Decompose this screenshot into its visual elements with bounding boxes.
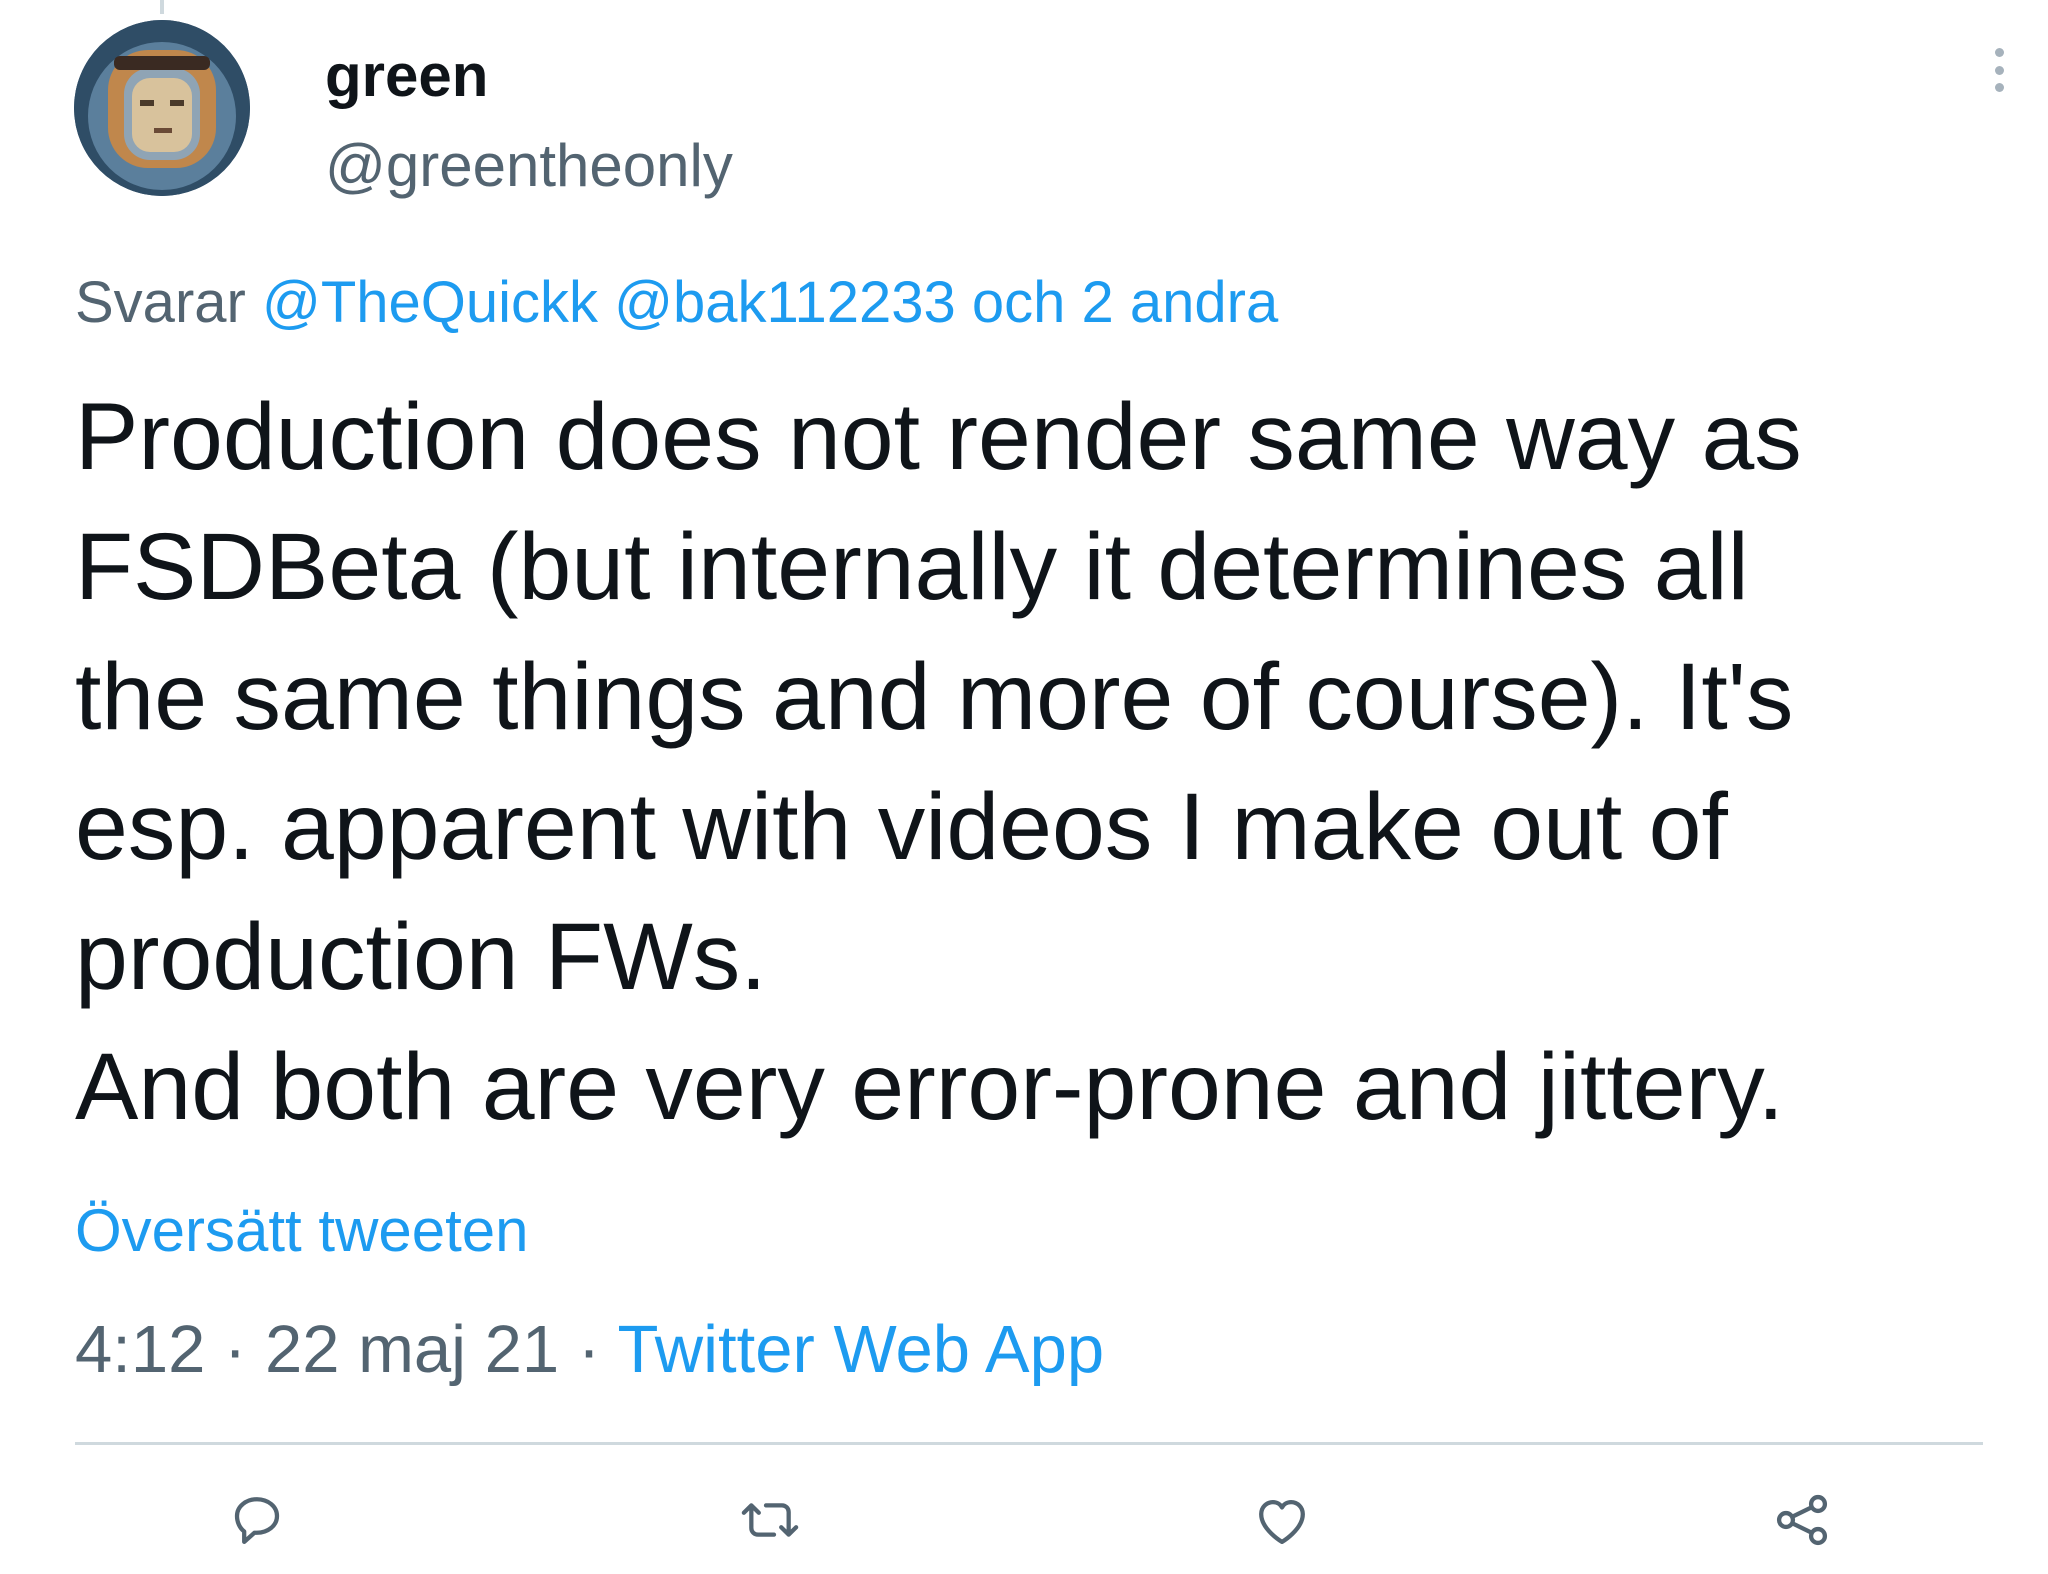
reply-prefix: Svarar: [75, 270, 246, 335]
heart-icon: [1259, 1500, 1305, 1544]
translate-tweet-link[interactable]: Översätt tweeten: [75, 1195, 529, 1267]
reply-context: Svarar @TheQuickk @bak112233 och 2 andra: [75, 268, 1278, 338]
like-button[interactable]: [1250, 1488, 1314, 1552]
reply-mentions[interactable]: @TheQuickk @bak112233 och 2 andra: [262, 270, 1278, 335]
retweet-button[interactable]: [738, 1488, 802, 1552]
tweet-metadata: 4:12 · 22 maj 21 · Twitter Web App: [75, 1310, 1104, 1390]
meta-separator: ·: [205, 1312, 265, 1387]
reply-button[interactable]: [225, 1488, 289, 1552]
more-options-icon[interactable]: [1984, 44, 2014, 96]
tweet-text: Production does not render same way as F…: [75, 384, 1802, 1140]
author-name[interactable]: green: [325, 40, 488, 112]
avatar[interactable]: [74, 20, 250, 196]
share-button[interactable]: [1770, 1488, 1834, 1552]
thread-connector: [160, 0, 164, 14]
tweet-source[interactable]: Twitter Web App: [618, 1312, 1105, 1387]
tweet-date[interactable]: 22 maj 21: [265, 1312, 559, 1387]
comment-icon: [234, 1497, 280, 1544]
divider: [75, 1442, 1983, 1445]
author-handle[interactable]: @greentheonly: [325, 130, 733, 202]
share-icon: [1776, 1494, 1828, 1546]
avatar-image: [74, 20, 250, 196]
meta-separator: ·: [559, 1312, 618, 1387]
retweet-icon: [741, 1503, 799, 1537]
tweet-time[interactable]: 4:12: [75, 1312, 205, 1387]
